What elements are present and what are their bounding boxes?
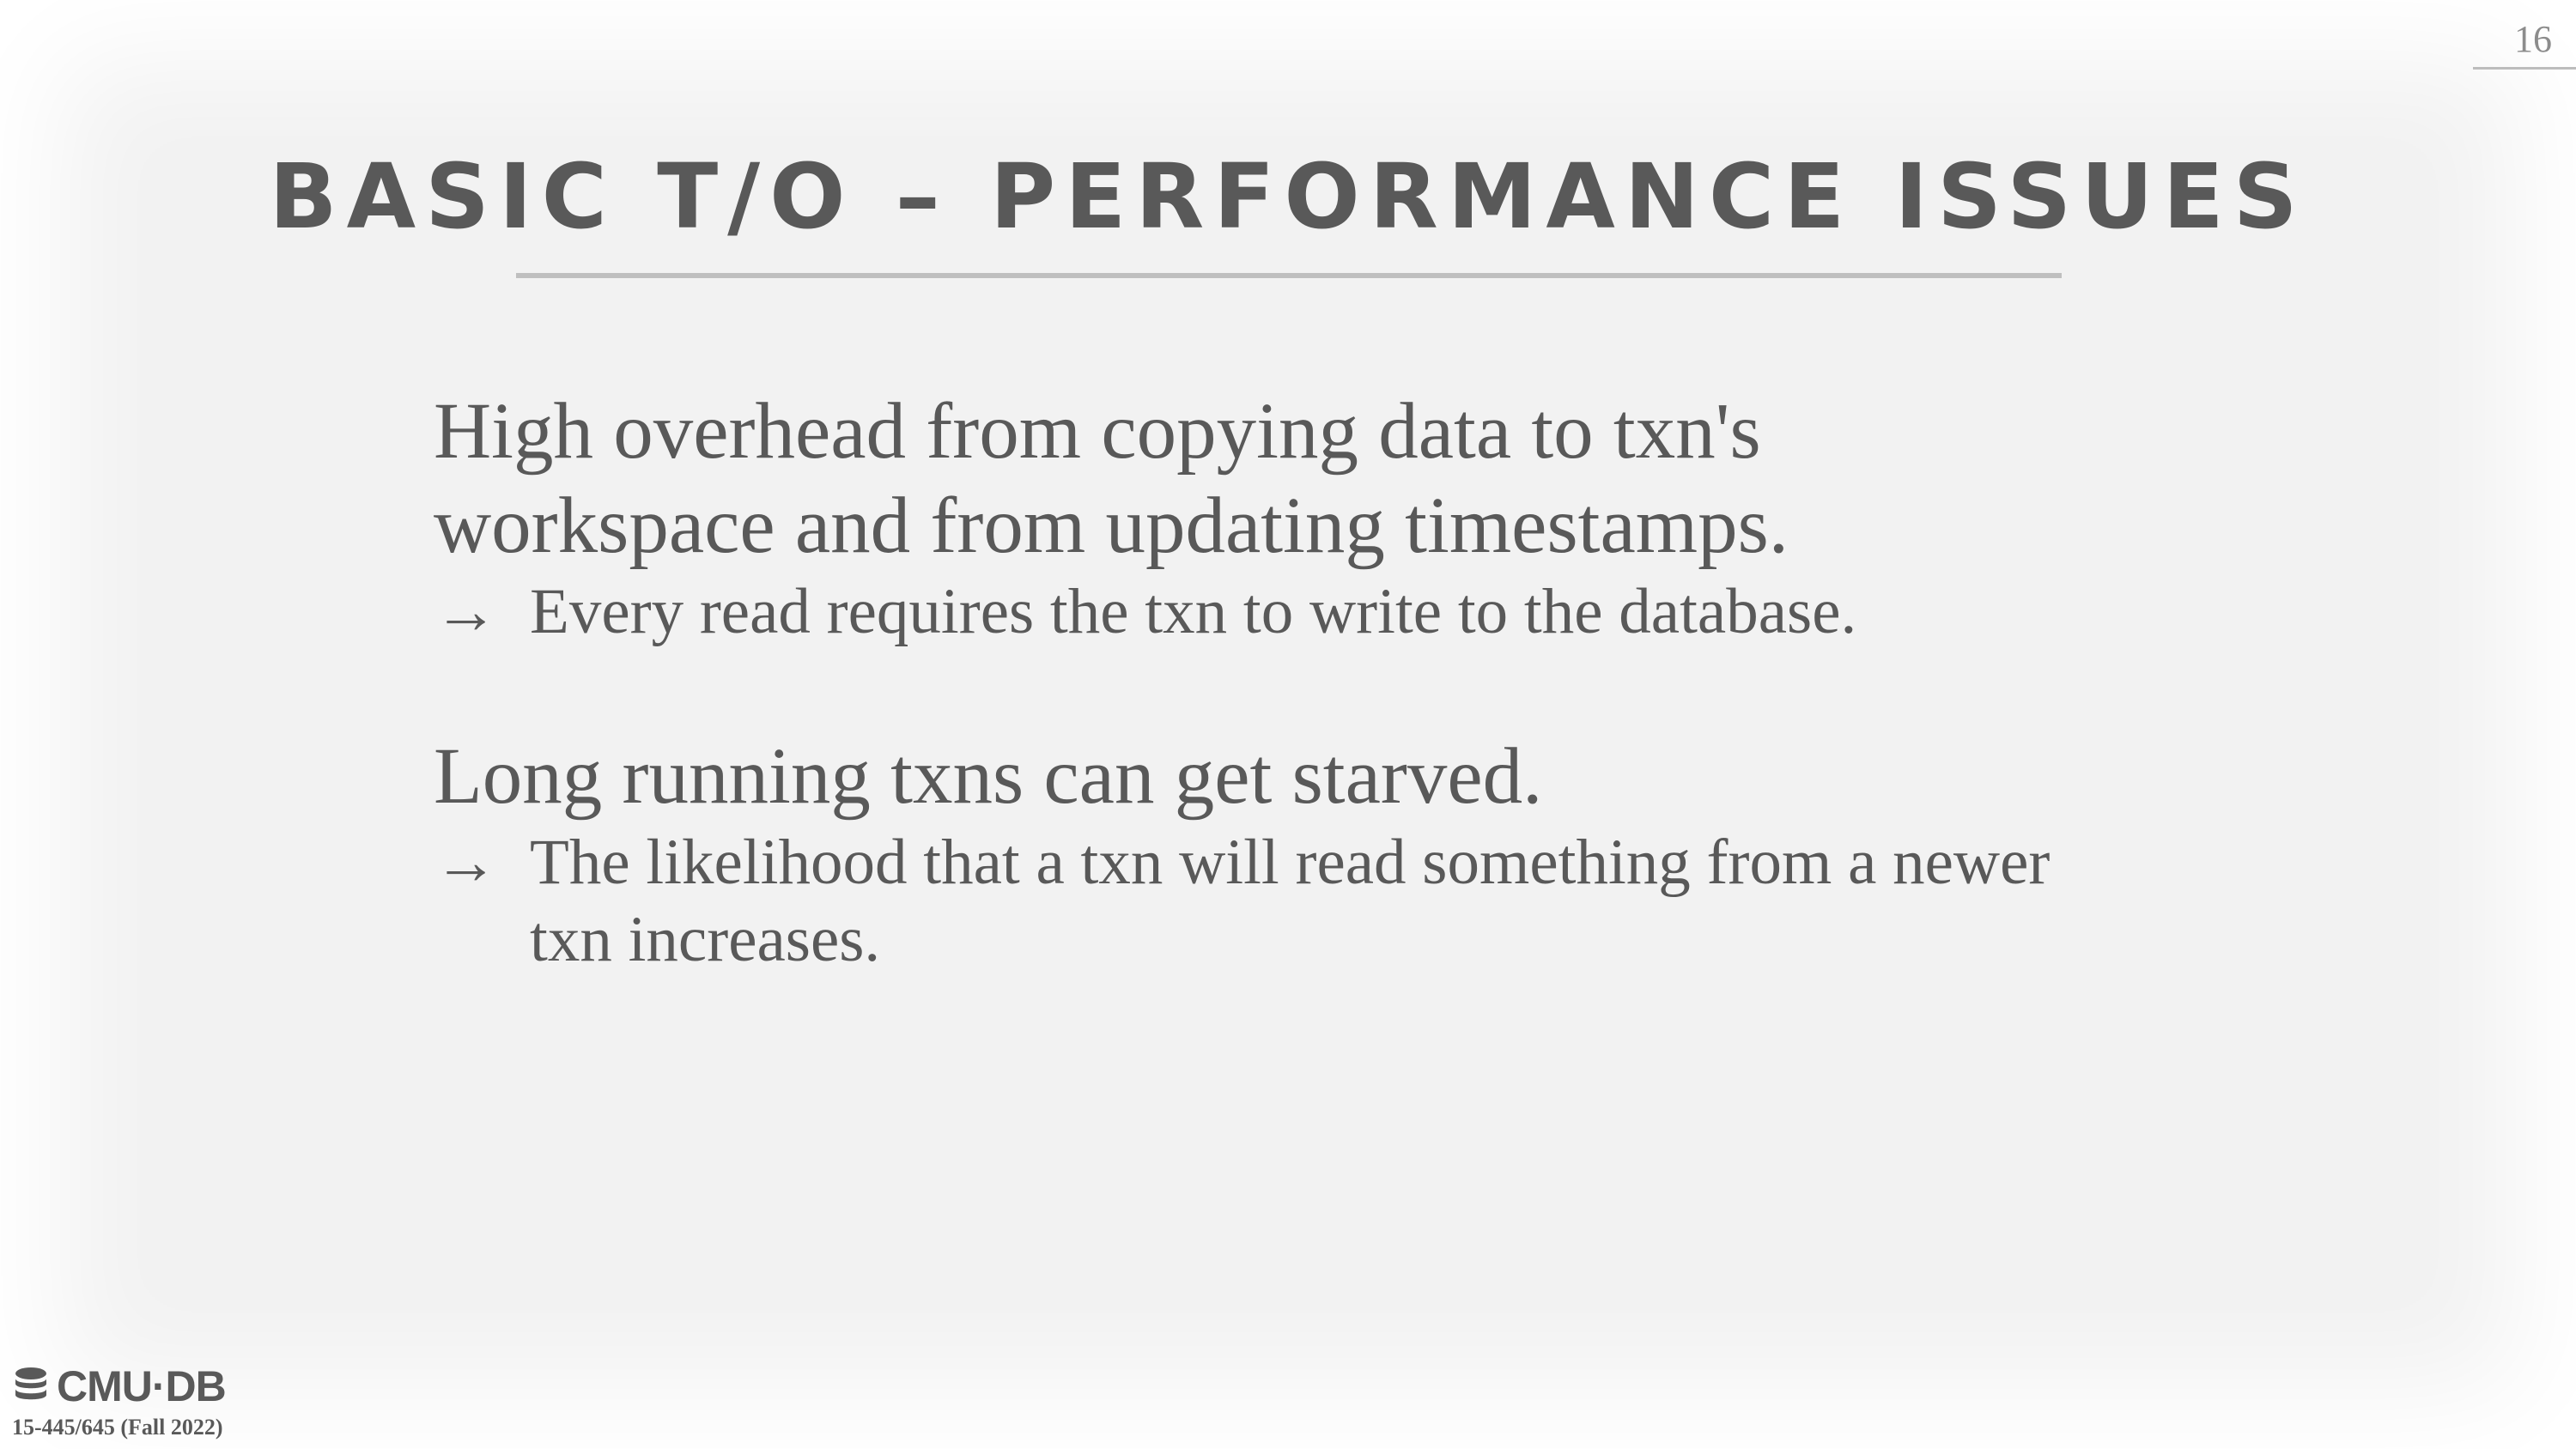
slide-title: BASIC T/O – PERFORMANCE ISSUES: [269, 144, 2307, 249]
sub-bullet: → The likelihood that a txn will read so…: [434, 824, 2151, 979]
database-icon: [12, 1366, 50, 1408]
slide: 16 BASIC T/O – PERFORMANCE ISSUES High o…: [0, 0, 2576, 1449]
bullet-line: High overhead from copying data to txn's: [434, 387, 1761, 476]
arrow-icon: →: [434, 827, 498, 898]
bullet-line: workspace and from updating timestamps.: [434, 482, 1789, 570]
page-number: 16: [2514, 18, 2552, 60]
page-number-rule: [2473, 67, 2576, 70]
sub-bullet-text: The likelihood that a txn will read some…: [530, 827, 2050, 975]
bullet-line: Long running txns can get starved.: [434, 732, 1543, 821]
sub-bullet-text: Every read requires the txn to write to …: [530, 576, 1857, 647]
title-underline: [516, 273, 2062, 278]
cmu-db-logo: CMU·DB: [12, 1361, 227, 1411]
slide-body: High overhead from copying data to txn's…: [434, 385, 2151, 979]
logo-text: CMU·DB: [57, 1362, 227, 1410]
course-label: 15-445/645 (Fall 2022): [12, 1415, 223, 1440]
arrow-icon: →: [434, 576, 498, 647]
sub-bullet: → Every read requires the txn to write t…: [434, 573, 2151, 651]
